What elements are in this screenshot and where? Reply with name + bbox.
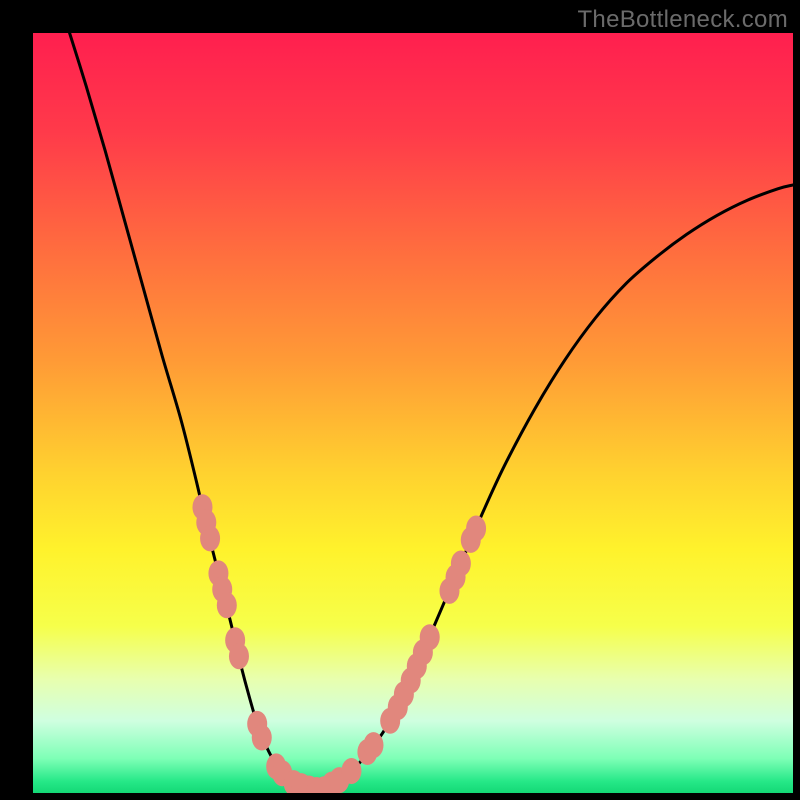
data-marker	[420, 624, 440, 650]
data-marker	[451, 550, 471, 576]
data-marker	[200, 525, 220, 551]
chart-frame: TheBottleneck.com	[0, 0, 800, 800]
data-marker	[229, 643, 249, 669]
marker-group	[192, 494, 486, 793]
plot-area	[33, 33, 793, 793]
bottleneck-curve	[67, 33, 793, 790]
data-marker	[341, 758, 361, 784]
data-marker	[217, 592, 237, 618]
data-marker	[466, 516, 486, 542]
curve-layer	[33, 33, 793, 793]
data-marker	[252, 725, 272, 751]
watermark-text: TheBottleneck.com	[577, 6, 788, 34]
data-marker	[363, 732, 383, 758]
